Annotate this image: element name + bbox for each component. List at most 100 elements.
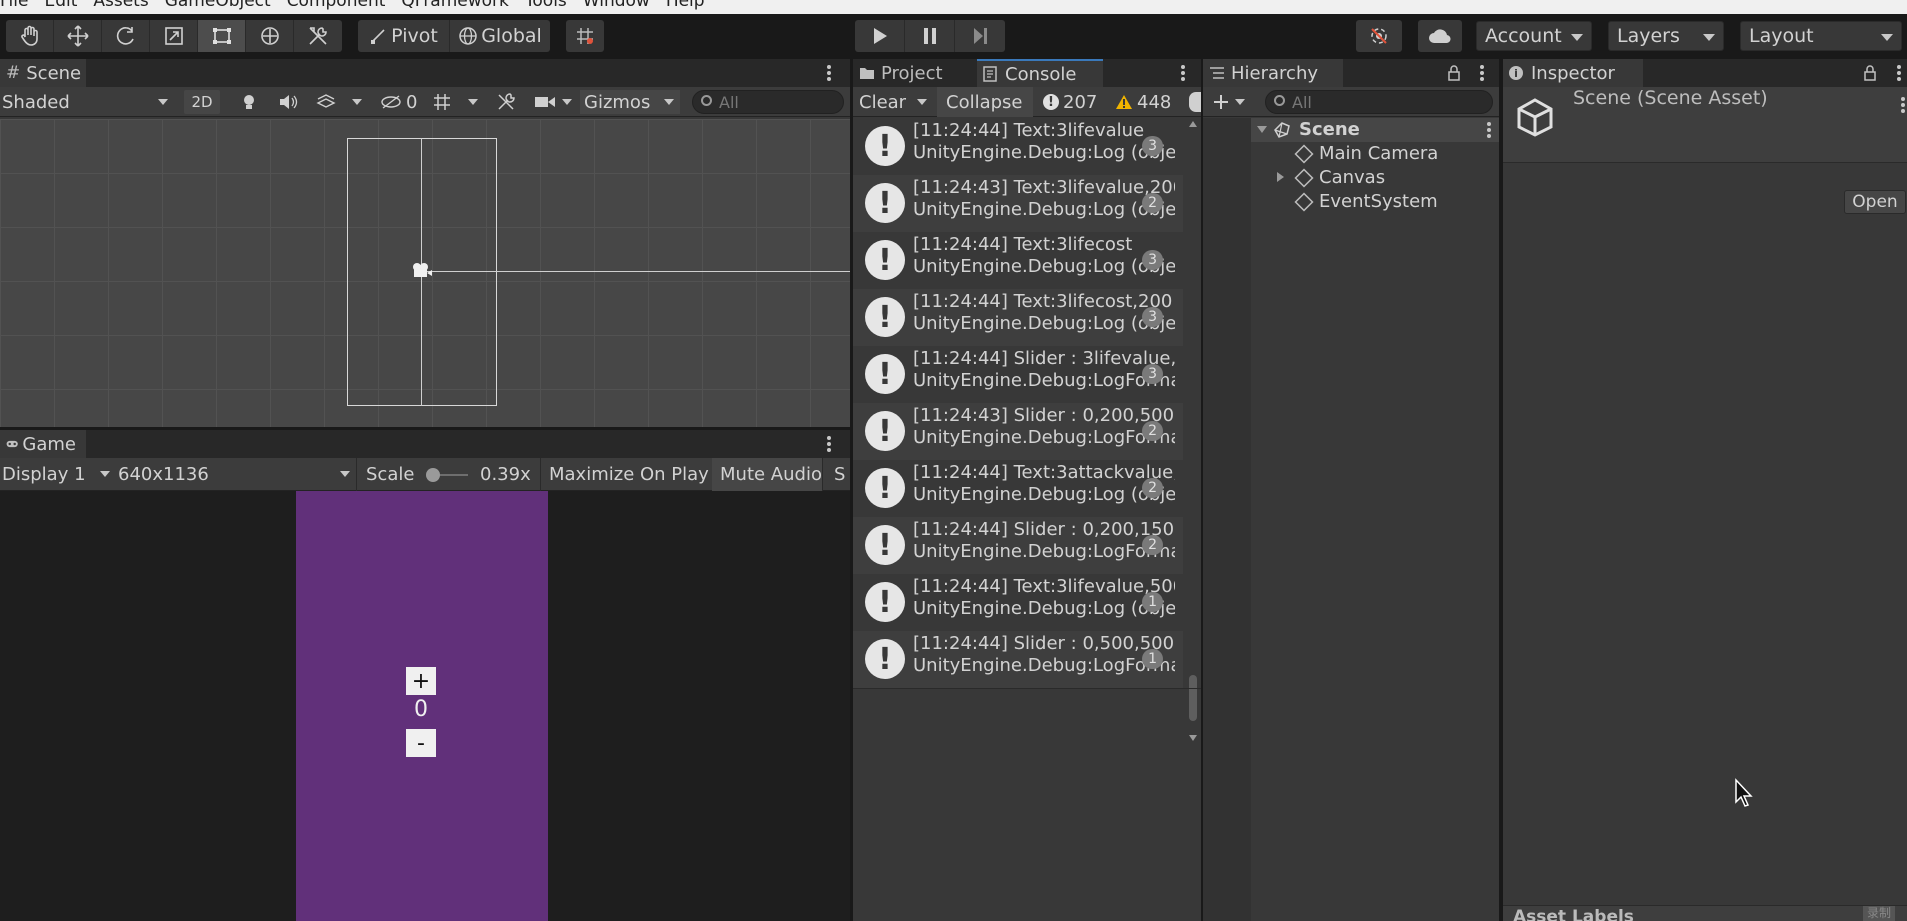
hierarchy-item-canvas[interactable]: Canvas xyxy=(1277,167,1385,188)
console-log-entry[interactable]: ! [11:24:43] Text:3lifevalue,200 UnityEngi… xyxy=(853,175,1183,232)
pause-button[interactable] xyxy=(905,20,955,52)
shading-mode-dropdown[interactable]: Shaded xyxy=(2,87,172,117)
scene-viewport[interactable] xyxy=(0,119,850,427)
chevron-down-icon[interactable] xyxy=(562,87,572,117)
kebab-menu-icon[interactable] xyxy=(827,65,831,81)
open-button[interactable]: Open xyxy=(1844,190,1906,214)
transform-tool-icon[interactable] xyxy=(246,20,294,52)
resolution-dropdown[interactable]: 640x1136 xyxy=(118,458,352,491)
lock-icon[interactable] xyxy=(1447,65,1461,86)
hand-tool-icon[interactable] xyxy=(6,20,54,52)
custom-tools-icon[interactable] xyxy=(294,20,342,52)
tab-scene[interactable]: # Scene xyxy=(0,59,86,87)
kebab-menu-icon[interactable] xyxy=(1901,97,1905,113)
warning-filter-toggle[interactable]: 448 xyxy=(1115,87,1171,117)
console-log-entry[interactable]: ! [11:24:44] Text:3lifevalue,500 UnityEngi… xyxy=(853,574,1183,631)
console-log-entry[interactable]: ! [11:24:44] Text:3lifecost UnityEngine.De… xyxy=(853,232,1183,289)
splitter[interactable] xyxy=(0,427,850,430)
stats-toggle[interactable]: S xyxy=(834,458,845,491)
move-tool-icon[interactable] xyxy=(54,20,102,52)
layout-dropdown[interactable]: Layout xyxy=(1740,21,1902,51)
tab-console[interactable]: Console xyxy=(977,59,1103,87)
hierarchy-search-input[interactable]: All xyxy=(1265,90,1493,114)
console-log-entry[interactable]: ! [11:24:44] Slider : 0,500,5000 UnityEngi… xyxy=(853,631,1183,688)
console-log-entry[interactable]: ! [11:24:44] Text:3lifecost,200 UnityEngin… xyxy=(853,289,1183,346)
grid-icon[interactable] xyxy=(432,87,452,117)
menu-item-assets[interactable]: Assets xyxy=(93,0,148,11)
tab-inspector[interactable]: i Inspector xyxy=(1503,59,1643,87)
kebab-menu-icon[interactable] xyxy=(827,436,831,452)
hierarchy-item-eventsystem[interactable]: EventSystem xyxy=(1294,191,1438,212)
kebab-menu-icon[interactable] xyxy=(1181,65,1185,81)
scrollbar-thumb[interactable] xyxy=(1189,675,1197,721)
console-scrollbar[interactable] xyxy=(1187,121,1199,749)
menu-item-tools[interactable]: Tools xyxy=(525,0,567,11)
console-log-entry[interactable]: ! [11:24:44] Text:3lifevalue UnityEngine.D… xyxy=(853,118,1183,175)
splitter[interactable] xyxy=(850,59,853,921)
maximize-on-play-toggle[interactable]: Maximize On Play xyxy=(549,458,709,491)
pivot-toggle[interactable]: Pivot xyxy=(358,20,450,52)
create-dropdown[interactable] xyxy=(1213,87,1253,117)
info-message-icon: ! xyxy=(865,639,905,679)
tab-game[interactable]: Game xyxy=(0,430,86,458)
scene-header-row[interactable]: Scene xyxy=(1251,118,1499,142)
play-button[interactable] xyxy=(855,20,905,52)
scene-search-input[interactable]: All xyxy=(692,90,844,114)
chevron-down-icon[interactable] xyxy=(917,87,935,117)
global-toggle[interactable]: Global xyxy=(450,20,550,52)
kebab-menu-icon[interactable] xyxy=(1897,65,1901,81)
scale-slider-thumb[interactable] xyxy=(426,468,440,482)
kebab-menu-icon[interactable] xyxy=(1480,65,1484,81)
game-viewport[interactable]: + 0 - xyxy=(0,491,850,921)
splitter[interactable] xyxy=(1499,59,1503,921)
effects-icon[interactable] xyxy=(316,87,336,117)
console-log-entry[interactable]: ! [11:24:44] Text:3attackvalue,2 UnityEngi… xyxy=(853,460,1183,517)
camera-gizmo-icon[interactable] xyxy=(411,261,433,286)
collapse-toggle[interactable]: Collapse xyxy=(946,87,1023,117)
toggle-2d-button[interactable]: 2D xyxy=(184,90,220,114)
display-dropdown[interactable]: Display 1 xyxy=(2,458,112,491)
tab-hierarchy[interactable]: Hierarchy xyxy=(1203,59,1343,87)
chevron-down-icon[interactable] xyxy=(468,87,478,117)
console-log-entry[interactable]: ! [11:24:44] Slider : 0,200,1500 UnityEngi… xyxy=(853,517,1183,574)
step-button[interactable] xyxy=(955,20,1005,52)
scale-tool-icon[interactable] xyxy=(150,20,198,52)
kebab-menu-icon[interactable] xyxy=(1487,122,1491,138)
rotate-tool-icon[interactable] xyxy=(102,20,150,52)
tab-project[interactable]: Project xyxy=(853,59,977,87)
menu-item-file[interactable]: File xyxy=(0,0,28,11)
account-dropdown[interactable]: Account xyxy=(1476,21,1592,51)
scroll-down-arrow-icon[interactable] xyxy=(1189,735,1197,741)
grid-snap-icon[interactable] xyxy=(566,20,604,52)
layers-dropdown[interactable]: Layers xyxy=(1608,21,1724,51)
menu-item-window[interactable]: Window xyxy=(583,0,650,11)
minus-button[interactable]: - xyxy=(406,729,436,757)
plus-button[interactable]: + xyxy=(406,667,436,695)
menu-item-gameobject[interactable]: GameObject xyxy=(165,0,271,11)
rect-tool-icon[interactable] xyxy=(198,20,246,52)
cloud-icon[interactable] xyxy=(1418,20,1462,52)
expand-arrow-icon[interactable] xyxy=(1277,172,1284,182)
lock-icon[interactable] xyxy=(1863,65,1877,86)
mute-audio-toggle[interactable]: Mute Audio xyxy=(720,458,822,491)
lighting-icon[interactable] xyxy=(240,87,258,117)
error-filter-toggle[interactable]: ! 207 xyxy=(1043,87,1097,117)
camera-icon[interactable] xyxy=(534,87,556,117)
services-icon[interactable] xyxy=(1356,20,1402,52)
clear-button[interactable]: Clear xyxy=(859,87,919,117)
hidden-objects-toggle[interactable]: 0 xyxy=(380,87,417,117)
chevron-down-icon[interactable] xyxy=(1257,126,1267,133)
gizmos-dropdown[interactable]: Gizmos xyxy=(580,90,680,114)
menu-item-component[interactable]: Component xyxy=(287,0,386,11)
menu-item-qframework[interactable]: QFramework xyxy=(401,0,509,11)
console-log-entry[interactable]: ! [11:24:44] Slider : 3lifevalue,3l UnityE… xyxy=(853,346,1183,403)
splitter[interactable] xyxy=(1201,59,1203,921)
chevron-down-icon[interactable] xyxy=(352,87,362,117)
audio-icon[interactable] xyxy=(278,87,298,117)
menu-item-edit[interactable]: Edit xyxy=(44,0,77,11)
hierarchy-item-main-camera[interactable]: Main Camera xyxy=(1294,143,1438,164)
scroll-up-arrow-icon[interactable] xyxy=(1189,121,1197,127)
console-log-entry[interactable]: ! [11:24:43] Slider : 0,200,5000 UnityEngi… xyxy=(853,403,1183,460)
tools-icon[interactable] xyxy=(496,87,516,117)
menu-item-help[interactable]: Help xyxy=(666,0,705,11)
